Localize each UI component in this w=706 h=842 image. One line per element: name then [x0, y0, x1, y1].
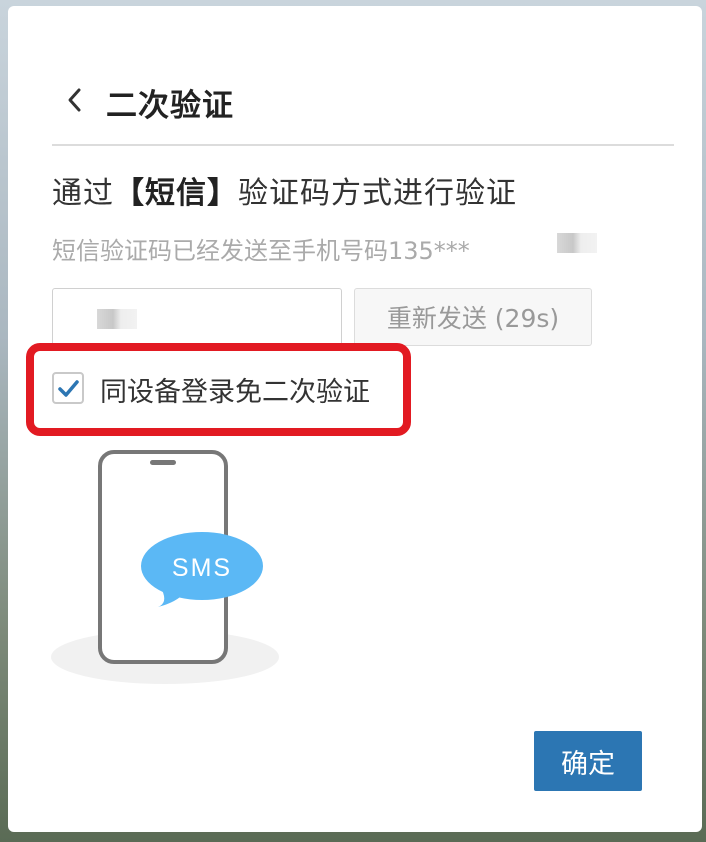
- sms-sent-notice: 短信验证码已经发送至手机号码135***: [52, 237, 470, 265]
- checkmark-icon: [58, 380, 79, 397]
- confirm-button[interactable]: 确定: [534, 731, 642, 791]
- verify-method-heading: 通过【短信】验证码方式进行验证: [52, 168, 517, 212]
- heading-suffix: 验证码方式进行验证: [238, 176, 517, 211]
- masked-code-value: [97, 309, 137, 329]
- sms-bubble-text: SMS: [172, 554, 232, 582]
- remember-device-checkbox[interactable]: [52, 372, 84, 404]
- chevron-left-icon[interactable]: [64, 86, 86, 114]
- phone-sms-icon: SMS: [51, 450, 279, 684]
- page-title: 二次验证: [106, 88, 234, 124]
- masked-phone-digits: [557, 233, 597, 253]
- remember-device-label: 同设备登录免二次验证: [100, 377, 370, 408]
- verification-code-input[interactable]: [52, 288, 342, 346]
- dialog-header: 二次验证: [52, 76, 674, 146]
- heading-prefix: 通过: [52, 176, 114, 211]
- heading-method: 【短信】: [114, 176, 238, 211]
- resend-button[interactable]: 重新发送 (29s): [354, 288, 592, 346]
